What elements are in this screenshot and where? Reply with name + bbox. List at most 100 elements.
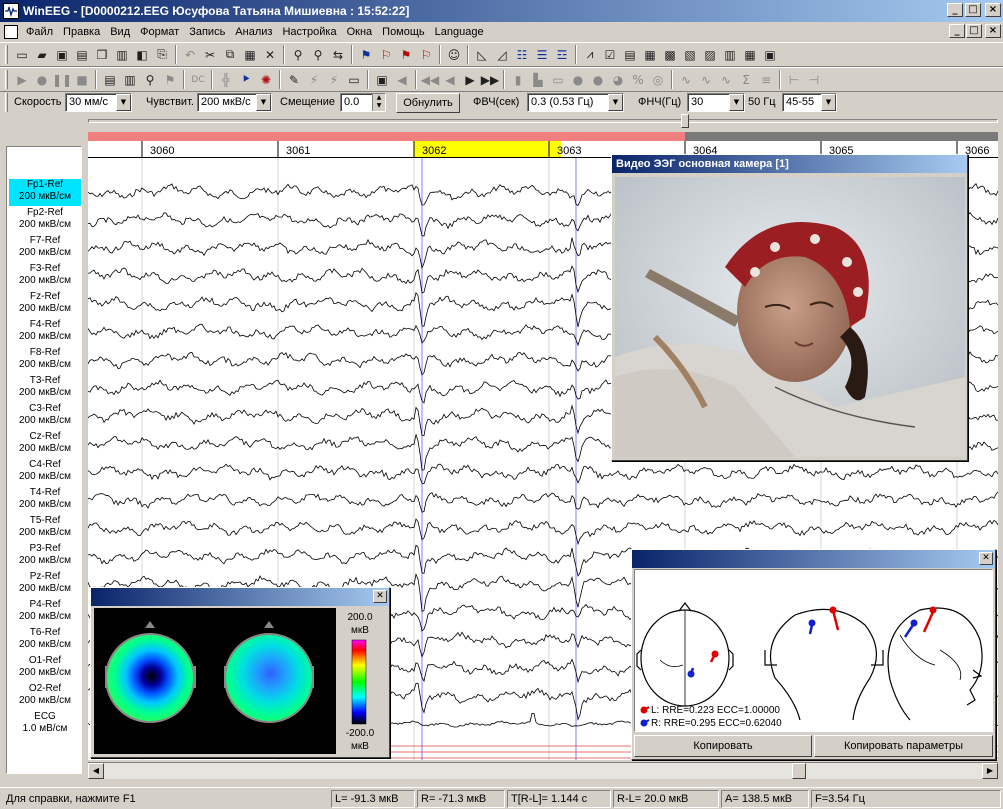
channel-label[interactable]: Fp2-Ref 200 мкВ/см (9, 207, 81, 234)
properties-icon[interactable]: ⩘ (580, 45, 600, 65)
find-next-icon[interactable]: ⚲ (308, 45, 328, 65)
label-icon[interactable]: ⚑ (356, 45, 376, 65)
chart-icon[interactable]: ▦ (640, 45, 660, 65)
photo-stim-icon[interactable]: ⯈ (236, 70, 256, 90)
grid-view-icon[interactable]: ▦ (740, 45, 760, 65)
toolbar-grip[interactable] (5, 70, 8, 89)
video-icon[interactable]: ▣ (372, 70, 392, 90)
table-icon[interactable]: ☑ (600, 45, 620, 65)
scroll-left-icon[interactable]: ◀ (88, 763, 104, 779)
wave-icon[interactable]: ∿ (676, 70, 696, 90)
menu-settings[interactable]: Настройка (277, 26, 341, 38)
channel-label[interactable]: ECG 1.0 мВ/см (9, 711, 81, 738)
app-icon[interactable] (3, 3, 19, 19)
wave-3-icon[interactable]: ∿ (716, 70, 736, 90)
minimize-button[interactable]: _ (947, 3, 963, 17)
doc-minimize-button[interactable]: _ (949, 24, 965, 38)
horizontal-scrollbar[interactable]: ◀ ▶ (88, 762, 998, 779)
report-icon[interactable]: ▤ (620, 45, 640, 65)
channel-label[interactable]: T3-Ref 200 мкВ/см (9, 375, 81, 402)
map-close-icon[interactable]: ✕ (373, 590, 387, 603)
position-slider-thumb[interactable] (681, 114, 689, 128)
menu-file[interactable]: Файл (21, 26, 58, 38)
channel-label[interactable]: O1-Ref 200 мкВ/см (9, 655, 81, 682)
filled-circle-icon[interactable]: ● (588, 70, 608, 90)
edit-icon[interactable]: ✎ (284, 70, 304, 90)
menu-record[interactable]: Запись (184, 26, 230, 38)
channel-label[interactable]: T4-Ref 200 мкВ/см (9, 487, 81, 514)
pie-icon[interactable]: ◕ (608, 70, 628, 90)
audio-icon[interactable]: ◀ (392, 70, 412, 90)
save-as-icon[interactable]: ▤ (72, 45, 92, 65)
channel-label[interactable]: Fp1-Ref 200 мкВ/см (9, 179, 81, 206)
split-icon[interactable]: ⊢ (784, 70, 804, 90)
calibration-icon[interactable]: ⚡ (324, 70, 344, 90)
channel-label[interactable]: F7-Ref 200 мкВ/см (9, 235, 81, 262)
rewind-icon[interactable]: ◀◀ (420, 70, 440, 90)
mark-icon[interactable]: ⚡ (304, 70, 324, 90)
montage-icon[interactable]: ◺ (472, 45, 492, 65)
toolbar-grip[interactable] (5, 45, 8, 64)
hpf-select[interactable]: 0.3 (0.53 Гц) ▼ (527, 93, 624, 112)
open-icon[interactable]: ▰ (32, 45, 52, 65)
delete-icon[interactable]: ✕ (260, 45, 280, 65)
channel-label[interactable]: Cz-Ref 200 мкВ/см (9, 431, 81, 458)
map-window-title[interactable]: ✕ (91, 588, 389, 606)
bar-chart-2-icon[interactable]: ▙ (528, 70, 548, 90)
sum-icon[interactable]: Σ (736, 70, 756, 90)
patient-icon[interactable]: ☺ (444, 45, 464, 65)
video-window-title[interactable]: Видео ЭЭГ основная камера [1] (612, 155, 967, 173)
test-icon[interactable]: ▭ (344, 70, 364, 90)
replace-icon[interactable]: ⇆ (328, 45, 348, 65)
chevron-down-icon[interactable]: ▼ (608, 94, 623, 111)
doc-close-button[interactable]: × (985, 24, 1001, 38)
menu-edit[interactable]: Правка (58, 26, 105, 38)
step-forward-icon[interactable]: ▶ (460, 70, 480, 90)
undo-icon[interactable]: ↶ (180, 45, 200, 65)
average-icon[interactable]: ☷ (512, 45, 532, 65)
toolbar-grip[interactable] (5, 93, 8, 112)
chevron-down-icon[interactable]: ▼ (116, 94, 131, 111)
bar-chart-icon[interactable]: ▮ (508, 70, 528, 90)
channel-label[interactable]: P3-Ref 200 мкВ/см (9, 543, 81, 570)
layout-icon[interactable]: ▣ (760, 45, 780, 65)
play-icon[interactable]: ▶ (12, 70, 32, 90)
menu-help[interactable]: Помощь (377, 26, 430, 38)
more-icon[interactable]: ⊣ (804, 70, 824, 90)
menu-format[interactable]: Формат (135, 26, 184, 38)
copy-button[interactable]: Копировать (634, 735, 812, 757)
target-icon[interactable]: ◎ (648, 70, 668, 90)
menu-analysis[interactable]: Анализ (230, 26, 277, 38)
label-delete-icon[interactable]: ⚐ (376, 45, 396, 65)
sensitivity-select[interactable]: 200 мкВ/с ▼ (197, 93, 272, 112)
marker-icon[interactable]: ⚑ (160, 70, 180, 90)
chevron-down-icon[interactable]: ▼ (256, 94, 271, 111)
channel-label[interactable]: P4-Ref 200 мкВ/см (9, 599, 81, 626)
find-icon[interactable]: ⚲ (288, 45, 308, 65)
pause-icon[interactable]: ❚❚ (52, 70, 72, 90)
map-window[interactable]: ✕ 200.0 мкВ -200.0 мкВ (90, 587, 390, 758)
step-back-icon[interactable]: ◀ (440, 70, 460, 90)
position-slider-track[interactable] (88, 119, 998, 123)
window-icon[interactable]: ▭ (548, 70, 568, 90)
spectrum-icon[interactable]: ☲ (552, 45, 572, 65)
display-icon[interactable]: ▥ (120, 70, 140, 90)
filter-icon[interactable]: ◿ (492, 45, 512, 65)
image-icon[interactable]: ▧ (680, 45, 700, 65)
percent-icon[interactable]: % (628, 70, 648, 90)
channel-label[interactable]: T6-Ref 200 мкВ/см (9, 627, 81, 654)
zoom-icon[interactable]: ⚲ (140, 70, 160, 90)
doc-restore-button[interactable]: □ (966, 24, 982, 38)
cut-icon[interactable]: ✂ (200, 45, 220, 65)
chevron-down-icon[interactable]: ▼ (729, 94, 744, 111)
notch-select[interactable]: 45-55 ▼ (782, 93, 837, 112)
print-preview-icon[interactable]: ◧ (132, 45, 152, 65)
print-icon[interactable]: ▥ (112, 45, 132, 65)
channel-label[interactable]: C3-Ref 200 мкВ/см (9, 403, 81, 430)
stop-icon[interactable]: ■ (72, 70, 92, 90)
copy-icon[interactable]: ⧉ (220, 45, 240, 65)
print-report-icon[interactable]: ▨ (700, 45, 720, 65)
channel-label[interactable]: T5-Ref 200 мкВ/см (9, 515, 81, 542)
export-icon[interactable]: ⎘ (152, 45, 172, 65)
dipole-close-icon[interactable]: ✕ (979, 552, 993, 565)
